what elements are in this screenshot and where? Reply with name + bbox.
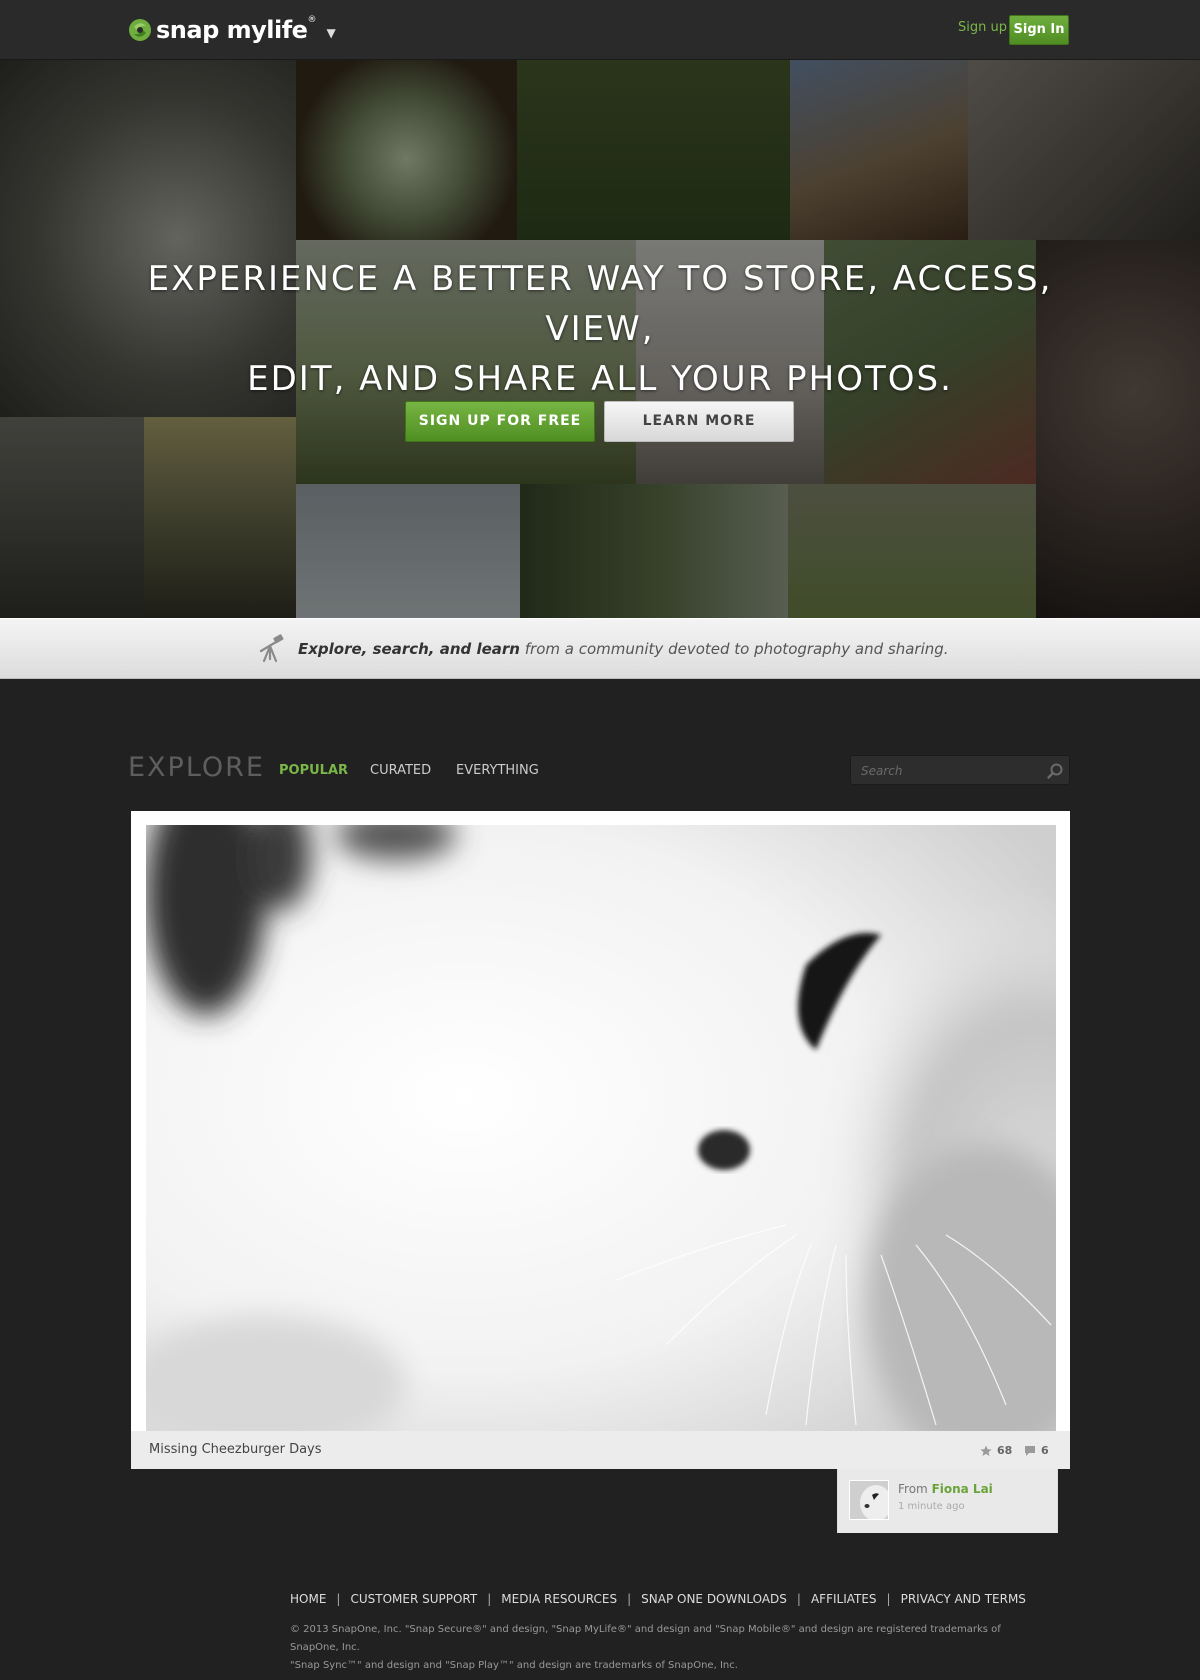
telescope-icon	[259, 634, 284, 663]
legal-text: © 2013 SnapOne, Inc. "Snap Secure®" and …	[290, 1621, 1020, 1675]
cat-photo-image	[146, 825, 1056, 1431]
tab-popular[interactable]: POPULAR	[279, 763, 348, 778]
hero-headline-line: EXPERIENCE A BETTER WAY TO STORE, ACCESS…	[147, 259, 1053, 349]
photo-author-box: From Fiona Lai 1 minute ago	[837, 1469, 1058, 1533]
photo-comments[interactable]: 6	[1024, 1444, 1049, 1457]
footer-link-home[interactable]: HOME	[290, 1592, 326, 1606]
sign-up-for-free-button[interactable]: SIGN UP FOR FREE	[405, 401, 595, 442]
comment-icon	[1025, 1445, 1035, 1456]
hero-collage: EXPERIENCE A BETTER WAY TO STORE, ACCESS…	[0, 60, 1200, 618]
legal-line: © 2013 SnapOne, Inc. "Snap Secure®" and …	[290, 1624, 1001, 1653]
footer-link-privacy-and-terms[interactable]: PRIVACY AND TERMS	[901, 1592, 1026, 1606]
snap-logo-icon	[129, 19, 151, 41]
tab-everything[interactable]: EVERYTHING	[456, 763, 539, 778]
banner-bold-text: Explore, search, and learn	[298, 640, 520, 658]
featured-photo-card[interactable]: Missing Cheezburger Days 68 6	[131, 811, 1070, 1469]
author-avatar-image	[850, 1481, 888, 1519]
hero-headline: EXPERIENCE A BETTER WAY TO STORE, ACCESS…	[100, 254, 1100, 404]
tab-curated[interactable]: CURATED	[370, 763, 431, 778]
learn-more-button[interactable]: LEARN MORE	[604, 401, 794, 442]
registered-mark: ®	[307, 15, 317, 25]
footer-separator: |	[627, 1592, 632, 1606]
banner-rest-text: from a community devoted to photography …	[519, 640, 949, 658]
post-time: 1 minute ago	[898, 1501, 965, 1512]
comment-count: 6	[1041, 1444, 1049, 1457]
footer-separator: |	[336, 1592, 341, 1606]
search-icon[interactable]	[1046, 762, 1064, 780]
sign-up-link[interactable]: Sign up	[958, 20, 1007, 35]
photo-title[interactable]: Missing Cheezburger Days	[149, 1442, 322, 1457]
author-link[interactable]: Fiona Lai	[932, 1482, 993, 1496]
explore-title: EXPLORE	[128, 752, 265, 783]
search-input[interactable]	[861, 762, 1041, 780]
explore-banner: Explore, search, and learn from a commun…	[0, 618, 1200, 679]
search-box	[850, 755, 1070, 785]
sign-in-button[interactable]: Sign In	[1009, 15, 1069, 45]
author-line: From Fiona Lai	[898, 1482, 993, 1496]
from-label: From	[898, 1482, 928, 1496]
footer-link-customer-support[interactable]: CUSTOMER SUPPORT	[350, 1592, 477, 1606]
photo-caption-bar: Missing Cheezburger Days 68 6	[131, 1431, 1070, 1469]
legal-line: "Snap Sync™" and design and "Snap Play™"…	[290, 1660, 738, 1671]
avatar[interactable]	[849, 1480, 889, 1520]
footer-navigation: HOME | CUSTOMER SUPPORT | MEDIA RESOURCE…	[290, 1592, 1026, 1606]
featured-photo[interactable]	[146, 825, 1056, 1431]
footer-link-media-resources[interactable]: MEDIA RESOURCES	[501, 1592, 617, 1606]
hero-headline-line: EDIT, AND SHARE ALL YOUR PHOTOS.	[247, 359, 953, 399]
star-icon	[980, 1445, 992, 1456]
footer-link-affiliates[interactable]: AFFILIATES	[811, 1592, 877, 1606]
logo[interactable]: snap mylife ® ▼	[128, 14, 336, 46]
banner-text: Explore, search, and learn from a commun…	[298, 640, 949, 658]
photo-stars[interactable]: 68	[980, 1444, 1012, 1457]
star-count: 68	[997, 1444, 1013, 1457]
top-navigation-bar: snap mylife ® ▼ Sign up Sign In	[0, 0, 1200, 60]
footer-separator: |	[796, 1592, 801, 1606]
logo-text: snap mylife	[156, 16, 308, 44]
footer-link-snap-one-downloads[interactable]: SNAP ONE DOWNLOADS	[641, 1592, 787, 1606]
footer-separator: |	[487, 1592, 492, 1606]
footer-separator: |	[886, 1592, 891, 1606]
chevron-down-icon[interactable]: ▼	[326, 26, 335, 40]
